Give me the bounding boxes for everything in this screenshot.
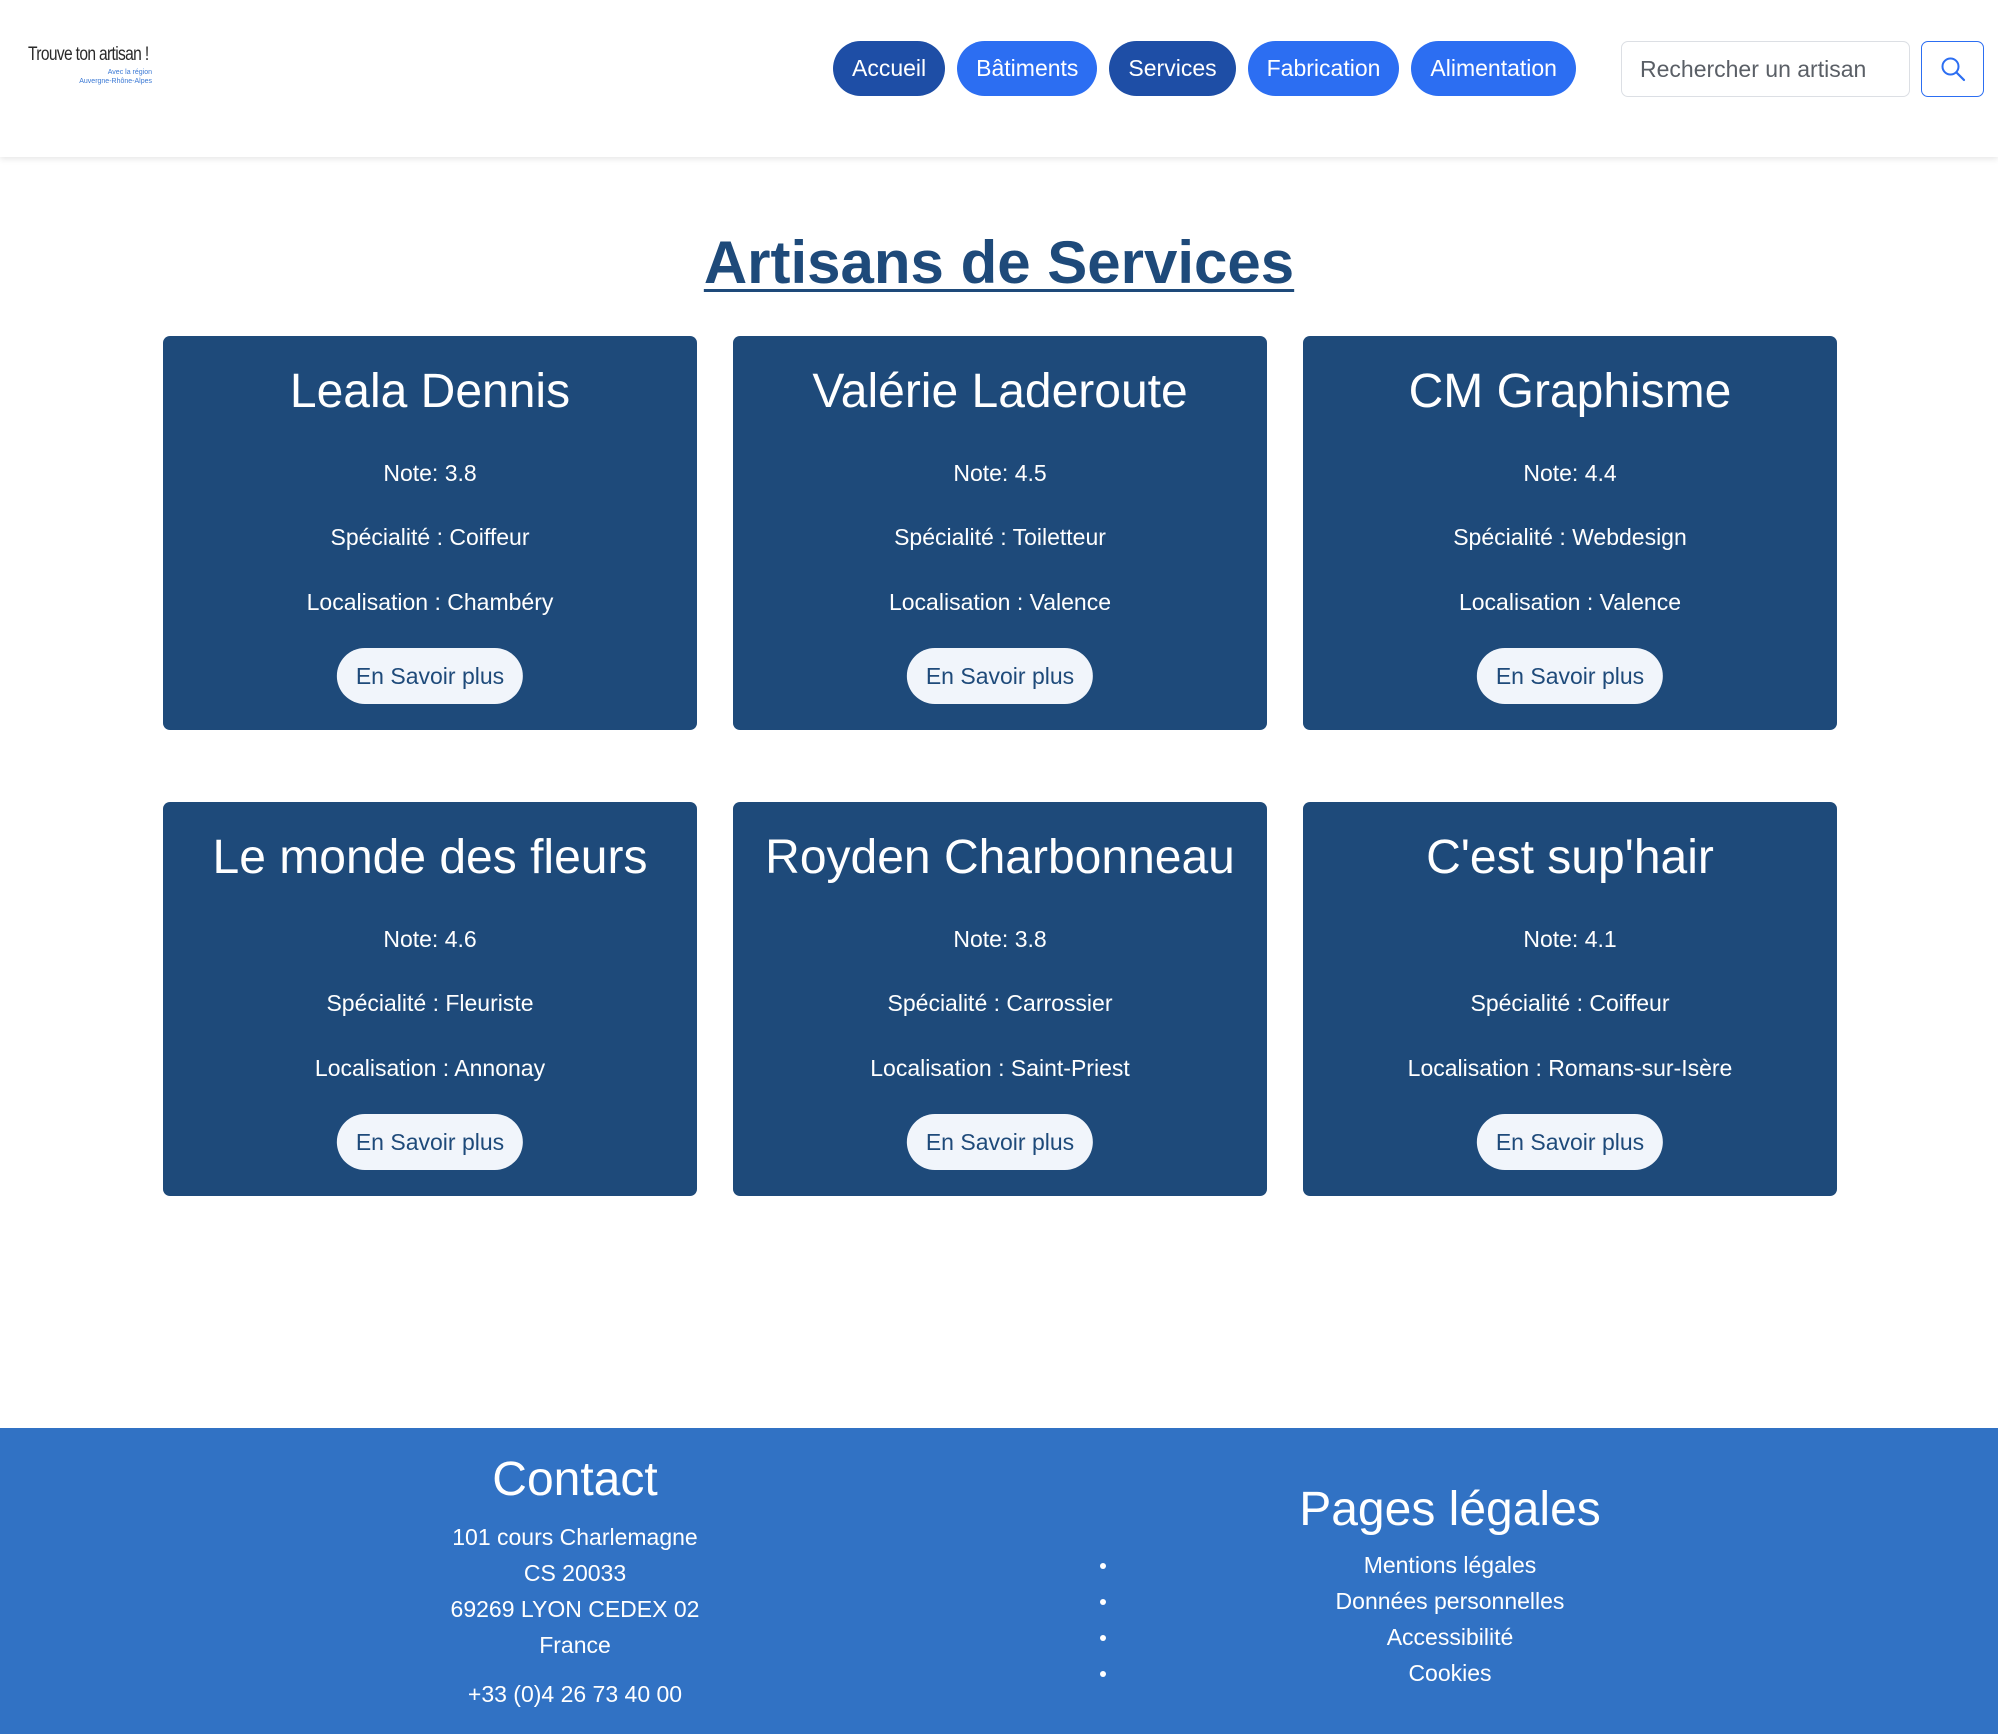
- artisan-note: Note: 4.4: [1523, 460, 1617, 486]
- nav-alimentation-button[interactable]: Alimentation: [1411, 41, 1576, 96]
- contact-title: Contact: [492, 1453, 658, 1506]
- artisan-localisation: Localisation : Valence: [1458, 589, 1682, 615]
- contact-phone: +33 (0)4 26 73 40 00: [467, 1681, 683, 1707]
- artisan-specialite: Spécialité : Fleuriste: [326, 990, 534, 1016]
- artisan-localisation: Localisation : Annonay: [314, 1055, 546, 1081]
- legal-item: Mentions légales: [1100, 1547, 1800, 1583]
- logo-subtitle-line2: Auvergne-Rhône-Alpes: [79, 78, 152, 85]
- site-footer: Contact 101 cours Charlemagne CS 20033 6…: [0, 1428, 1998, 1734]
- artisan-name: Le monde des fleurs: [212, 831, 648, 884]
- address-line: 101 cours Charlemagne: [452, 1524, 698, 1550]
- artisan-name: CM Graphisme: [1408, 365, 1732, 418]
- en-savoir-plus-button[interactable]: En Savoir plus: [1476, 648, 1664, 704]
- artisan-specialite: Spécialité : Toiletteur: [894, 524, 1106, 550]
- bullet: [1100, 1635, 1106, 1641]
- legal-item: Données personnelles: [1100, 1583, 1800, 1619]
- artisan-name: Leala Dennis: [289, 365, 571, 418]
- address-line: 69269 LYON CEDEX 02: [450, 1596, 700, 1622]
- bullet: [1100, 1671, 1106, 1677]
- legal-item: Accessibilité: [1100, 1619, 1800, 1655]
- bullet: [1100, 1599, 1106, 1605]
- legal-link-cookies[interactable]: Cookies: [1408, 1660, 1491, 1686]
- contact-address: 101 cours Charlemagne CS 20033 69269 LYO…: [375, 1519, 775, 1663]
- artisan-localisation: Localisation : Valence: [888, 589, 1112, 615]
- artisan-localisation: Localisation : Chambéry: [306, 589, 554, 615]
- en-savoir-plus-button[interactable]: En Savoir plus: [1476, 1114, 1664, 1170]
- artisan-card: Royden Charbonneau Note: 3.8 Spécialité …: [733, 802, 1267, 1196]
- main-nav: Accueil Bâtiments Services Fabrication A…: [833, 41, 1576, 96]
- nav-accueil-button[interactable]: Accueil: [833, 41, 946, 96]
- en-savoir-plus-button[interactable]: En Savoir plus: [906, 648, 1094, 704]
- artisan-specialite: Spécialité : Carrossier: [887, 990, 1113, 1016]
- bullet: [1100, 1563, 1106, 1569]
- artisan-localisation: Localisation : Romans-sur-Isère: [1407, 1055, 1733, 1081]
- footer-legal: Pages légales Mentions légales Données p…: [1100, 1482, 1800, 1691]
- logo-subtitle-line1: Avec la région: [107, 69, 152, 76]
- artisan-note: Note: 3.8: [383, 460, 477, 486]
- artisan-card: C'est sup'hair Note: 4.1 Spécialité : Co…: [1303, 802, 1837, 1196]
- search-input[interactable]: [1621, 41, 1910, 97]
- artisan-name: Royden Charbonneau: [765, 831, 1235, 884]
- artisan-name: Valérie Laderoute: [812, 365, 1188, 418]
- en-savoir-plus-button[interactable]: En Savoir plus: [336, 1114, 524, 1170]
- nav-fabrication-button[interactable]: Fabrication: [1247, 41, 1400, 96]
- legal-item: Cookies: [1100, 1655, 1800, 1691]
- logo-title: Trouve ton artisan !: [28, 44, 149, 65]
- artisan-specialite: Spécialité : Coiffeur: [1470, 990, 1670, 1016]
- artisan-note: Note: 4.5: [953, 460, 1047, 486]
- legal-title: Pages légales: [1299, 1483, 1601, 1536]
- artisan-specialite: Spécialité : Coiffeur: [330, 524, 530, 550]
- legal-link-accessibilite[interactable]: Accessibilité: [1387, 1624, 1514, 1650]
- nav-services-button[interactable]: Services: [1109, 41, 1236, 96]
- search-icon: [1941, 57, 1965, 82]
- artisan-note: Note: 4.6: [383, 926, 477, 952]
- footer-contact: Contact 101 cours Charlemagne CS 20033 6…: [375, 1452, 775, 1708]
- en-savoir-plus-button[interactable]: En Savoir plus: [336, 648, 524, 704]
- site-header: Trouve ton artisan ! Avec la région Auve…: [0, 0, 1998, 157]
- nav-batiments-button[interactable]: Bâtiments: [957, 41, 1098, 96]
- artisan-card: Le monde des fleurs Note: 4.6 Spécialité…: [163, 802, 697, 1196]
- artisan-specialite: Spécialité : Webdesign: [1453, 524, 1687, 550]
- search-button[interactable]: [1921, 41, 1984, 97]
- artisan-grid: Leala Dennis Note: 3.8 Spécialité : Coif…: [163, 336, 1837, 1196]
- artisan-card: CM Graphisme Note: 4.4 Spécialité : Webd…: [1303, 336, 1837, 730]
- legal-link-donnees[interactable]: Données personnelles: [1336, 1588, 1565, 1614]
- address-line: CS 20033: [523, 1560, 627, 1586]
- artisan-note: Note: 4.1: [1523, 926, 1617, 952]
- legal-link-mentions[interactable]: Mentions légales: [1364, 1552, 1537, 1578]
- legal-links: Mentions légales Données personnelles Ac…: [1100, 1547, 1800, 1691]
- en-savoir-plus-button[interactable]: En Savoir plus: [906, 1114, 1094, 1170]
- address-line: France: [539, 1632, 611, 1658]
- logo[interactable]: Trouve ton artisan ! Avec la région Auve…: [28, 44, 158, 94]
- artisan-note: Note: 3.8: [953, 926, 1047, 952]
- artisan-localisation: Localisation : Saint-Priest: [870, 1055, 1130, 1081]
- page-title: Artisans de Services: [703, 229, 1295, 296]
- artisan-card: Leala Dennis Note: 3.8 Spécialité : Coif…: [163, 336, 697, 730]
- artisan-card: Valérie Laderoute Note: 4.5 Spécialité :…: [733, 336, 1267, 730]
- artisan-name: C'est sup'hair: [1426, 831, 1714, 884]
